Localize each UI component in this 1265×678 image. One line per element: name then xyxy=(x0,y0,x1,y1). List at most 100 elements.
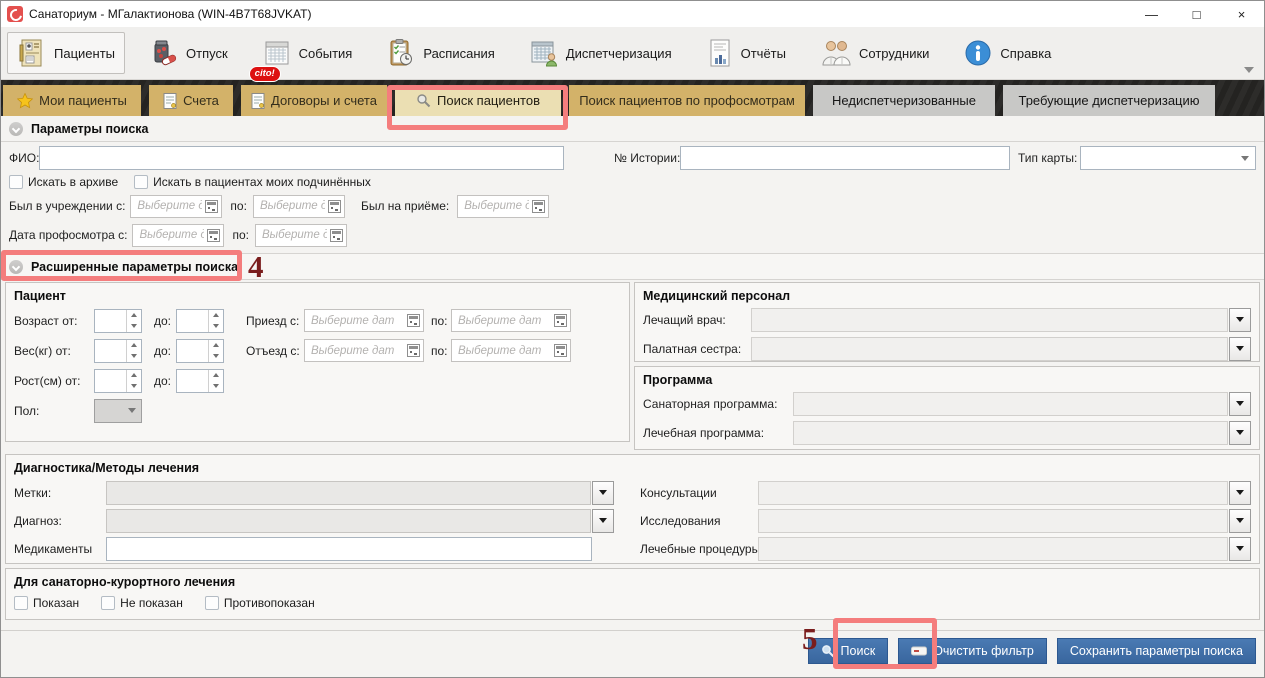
research-field[interactable] xyxy=(758,509,1228,533)
tab-label: Поиск пациентов по профосмотрам xyxy=(579,93,795,108)
tab-invoices[interactable]: Счета xyxy=(149,85,233,116)
spinner-up-button[interactable] xyxy=(127,340,141,351)
height-from-spinner[interactable] xyxy=(94,369,142,393)
clear-filter-button[interactable]: Очистить фильтр xyxy=(898,638,1047,664)
tab-profexam-search[interactable]: Поиск пациентов по профосмотрам xyxy=(569,85,805,116)
collapse-icon[interactable] xyxy=(9,260,23,274)
treatment-program-dropdown-button[interactable] xyxy=(1229,421,1251,445)
nurse-field[interactable] xyxy=(751,337,1228,361)
nurse-label: Палатная сестра: xyxy=(643,342,751,356)
collapse-icon[interactable] xyxy=(9,122,23,136)
maximize-button[interactable]: □ xyxy=(1174,1,1219,27)
arrival-from-date[interactable]: Выберите дат xyxy=(304,309,424,332)
star-icon xyxy=(17,93,33,109)
calendar-icon xyxy=(532,200,545,213)
treatment-program-field[interactable] xyxy=(793,421,1228,445)
weight-from-spinner[interactable] xyxy=(94,339,142,363)
spinner-down-button[interactable] xyxy=(209,321,223,332)
medications-label: Медикаменты xyxy=(14,542,106,556)
calendar-icon xyxy=(328,200,341,213)
subordinates-checkbox[interactable] xyxy=(134,175,148,189)
tab-patient-search[interactable]: Поиск пациентов xyxy=(395,85,561,116)
history-input[interactable] xyxy=(680,146,1010,170)
title-bar: Санаториум - МГалактионова (WIN-4B7T68JV… xyxy=(1,1,1264,27)
card-type-label: Тип карты: xyxy=(1018,151,1080,165)
procedures-dropdown-button[interactable] xyxy=(1229,537,1251,561)
spinner-up-button[interactable] xyxy=(209,370,223,381)
tab-requiring-dispatch[interactable]: Требующие диспетчеризацию xyxy=(1003,85,1215,116)
toolbar-events[interactable]: cito! События xyxy=(252,32,363,74)
profexam-to-date[interactable]: Выберите дат xyxy=(255,224,347,247)
doctor-label: Лечащий врач: xyxy=(643,313,751,327)
spinner-down-button[interactable] xyxy=(209,351,223,362)
toolbar-staff[interactable]: Сотрудники xyxy=(810,32,939,74)
card-type-select[interactable] xyxy=(1080,146,1256,170)
patient-group-title: Пациент xyxy=(14,289,621,303)
resort-treatment-title: Для санаторно-курортного лечения xyxy=(14,575,1251,589)
contraindicated-checkbox[interactable] xyxy=(205,596,219,610)
medications-input[interactable] xyxy=(106,537,592,561)
toolbar-patients[interactable]: Пациенты xyxy=(7,32,125,74)
consultations-dropdown-button[interactable] xyxy=(1229,481,1251,505)
spinner-down-button[interactable] xyxy=(127,381,141,392)
not-indicated-checkbox[interactable] xyxy=(101,596,115,610)
archive-checkbox[interactable] xyxy=(9,175,23,189)
research-dropdown-button[interactable] xyxy=(1229,509,1251,533)
spinner-up-button[interactable] xyxy=(127,370,141,381)
age-to-spinner[interactable] xyxy=(176,309,224,333)
indicated-checkbox[interactable] xyxy=(14,596,28,610)
toolbar-dispatch[interactable]: Диспетчеризация xyxy=(519,32,682,74)
diagnosis-dropdown-button[interactable] xyxy=(592,509,614,533)
toolbar-reports[interactable]: Отчёты xyxy=(696,32,796,74)
diagnosis-field[interactable] xyxy=(106,509,591,533)
age-from-spinner[interactable] xyxy=(94,309,142,333)
reception-date[interactable]: Выберите дат xyxy=(457,195,549,218)
departure-from-date[interactable]: Выберите дат xyxy=(304,339,424,362)
weight-to-spinner[interactable] xyxy=(176,339,224,363)
calendar-icon xyxy=(554,344,567,357)
facility-to-date[interactable]: Выберите дат xyxy=(253,195,345,218)
facility-from-date[interactable]: Выберите дат xyxy=(130,195,222,218)
spinner-down-button[interactable] xyxy=(127,351,141,362)
research-label: Исследования xyxy=(640,514,758,528)
arrival-to-date[interactable]: Выберите дат xyxy=(451,309,571,332)
sanatorium-program-dropdown-button[interactable] xyxy=(1229,392,1251,416)
spinner-up-button[interactable] xyxy=(209,310,223,321)
minimize-button[interactable]: — xyxy=(1129,1,1174,27)
tab-label: Счета xyxy=(183,93,219,108)
chevron-down-icon xyxy=(1236,430,1244,435)
window-controls: — □ × xyxy=(1129,1,1264,27)
tags-field[interactable] xyxy=(106,481,591,505)
fio-input[interactable] xyxy=(39,146,564,170)
profexam-from-date[interactable]: Выберите дат xyxy=(132,224,224,247)
departure-to-date[interactable]: Выберите дат xyxy=(451,339,571,362)
spinner-up-button[interactable] xyxy=(209,340,223,351)
height-to-spinner[interactable] xyxy=(176,369,224,393)
close-button[interactable]: × xyxy=(1219,1,1264,27)
doctor-dropdown-button[interactable] xyxy=(1229,308,1251,332)
tab-my-patients[interactable]: Мои пациенты xyxy=(3,85,141,116)
spinner-down-button[interactable] xyxy=(209,381,223,392)
spinner-up-button[interactable] xyxy=(127,310,141,321)
diagnosis-label: Диагноз: xyxy=(14,514,106,528)
toolbar-vacation[interactable]: Отпуск xyxy=(139,32,238,74)
chevron-down-icon xyxy=(1236,317,1244,322)
chevron-down-icon xyxy=(1241,156,1249,161)
tags-dropdown-button[interactable] xyxy=(592,481,614,505)
doctor-field[interactable] xyxy=(751,308,1228,332)
gender-select[interactable] xyxy=(94,399,142,423)
nurse-dropdown-button[interactable] xyxy=(1229,337,1251,361)
toolbar-schedules[interactable]: Расписания xyxy=(376,32,504,74)
toolbar-overflow-arrow-icon[interactable] xyxy=(1244,67,1254,73)
procedures-field[interactable] xyxy=(758,537,1228,561)
consultations-field[interactable] xyxy=(758,481,1228,505)
tab-contracts-invoices[interactable]: Договоры и счета xyxy=(241,85,387,116)
spinner-down-button[interactable] xyxy=(127,321,141,332)
search-button[interactable]: Поиск xyxy=(808,638,889,664)
sanatorium-program-field[interactable] xyxy=(793,392,1228,416)
tab-undispatched[interactable]: Недиспетчеризованные xyxy=(813,85,995,116)
save-search-params-button[interactable]: Сохранить параметры поиска xyxy=(1057,638,1256,664)
patient-group: Пациент Возраст от: до: Приезд с: Выбери… xyxy=(5,282,630,442)
not-indicated-checkbox-label: Не показан xyxy=(120,596,183,610)
toolbar-help[interactable]: Справка xyxy=(953,32,1061,74)
